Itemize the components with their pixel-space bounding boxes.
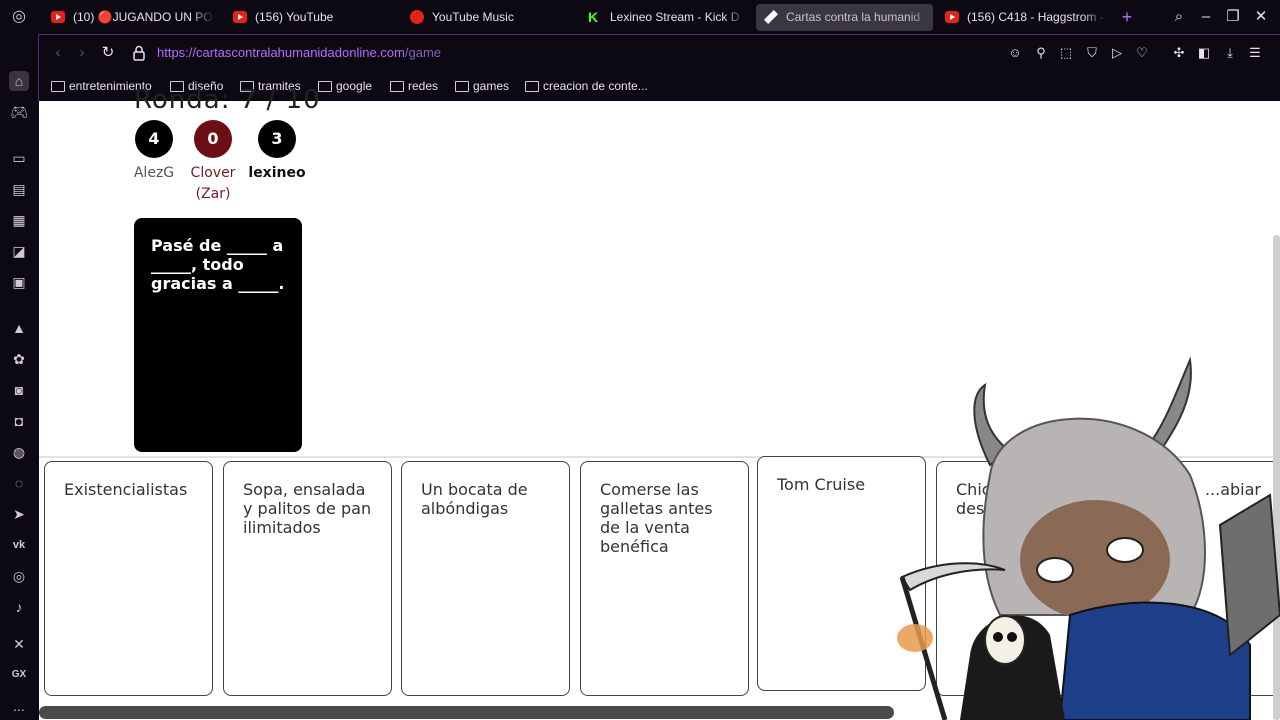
extensions-icon[interactable]: ✣ [1170, 44, 1188, 62]
tab-bar: (10) 🔴JUGANDO UN PO (156) YouTube YouTub… [38, 0, 1280, 34]
twitch-icon[interactable]: ◘ [9, 411, 29, 431]
tab-youtube[interactable]: (156) YouTube [225, 4, 390, 31]
chatgpt-icon[interactable]: ✿ [9, 349, 29, 369]
url-host: https://cartascontralahumanidadonline.co… [157, 45, 405, 60]
url-field[interactable]: https://cartascontralahumanidadonline.co… [157, 45, 441, 60]
telegram-icon[interactable]: ➤ [9, 504, 29, 524]
player-lexineo: 3 lexineo [247, 120, 307, 184]
tab-kick[interactable]: K Lexineo Stream - Kick D [580, 4, 747, 31]
gx-icon[interactable]: GX [9, 665, 29, 685]
vpn-icon[interactable]: ◧ [1195, 44, 1213, 62]
player-name: AlezG [133, 165, 175, 181]
zar-label: (Zar) [195, 186, 231, 202]
messenger-icon[interactable]: ◍ [9, 442, 29, 462]
play-icon[interactable]: ▷ [1108, 44, 1126, 62]
more-icon[interactable]: ... [9, 696, 29, 716]
heart-icon[interactable]: ♡ [1133, 44, 1151, 62]
bookmark-folder[interactable]: redes [390, 78, 438, 94]
minimize-button[interactable]: – [1196, 6, 1216, 28]
tab-label: (156) YouTube [255, 10, 334, 24]
bookmark-folder[interactable]: games [455, 78, 509, 94]
player-score: 0 [194, 120, 232, 158]
youtube-music-icon [410, 10, 424, 24]
calendar-icon[interactable]: ▦ [9, 210, 29, 230]
player-clover-zar: 0 Clover (Zar) [183, 120, 243, 205]
home-icon[interactable]: ⌂ [9, 71, 29, 91]
search-tabs-icon[interactable]: ⌕ [1169, 6, 1189, 28]
bookmark-folder[interactable]: google [318, 78, 372, 94]
menu-icon[interactable]: ☰ [1246, 44, 1264, 62]
tab-label: Lexineo Stream - Kick D [610, 10, 740, 24]
instagram-icon[interactable]: ◎ [9, 566, 29, 586]
emoji-icon[interactable]: ☺ [1006, 44, 1024, 62]
close-button[interactable]: ✕ [1251, 6, 1271, 28]
horizontal-scrollbar[interactable] [39, 706, 894, 719]
opera-logo-icon[interactable]: ◎ [9, 7, 29, 27]
controller-icon[interactable]: 🎮︎ [9, 102, 29, 122]
round-indicator: Ronda: 7 / 10 [134, 85, 321, 115]
tab-cartas-active[interactable]: Cartas contra la humanid [756, 4, 933, 31]
player-name: lexineo [248, 165, 306, 181]
tab-label: Cartas contra la humanid [786, 10, 921, 24]
player-score: 4 [135, 120, 173, 158]
tiktok-icon[interactable]: ♪ [9, 597, 29, 617]
box-icon[interactable]: ▣ [9, 272, 29, 292]
tab-youtube-music[interactable]: YouTube Music [402, 4, 572, 31]
messenger-alt-icon[interactable]: ◙ [9, 380, 29, 400]
player-score: 3 [258, 120, 296, 158]
player-alezg: 4 AlezG [124, 120, 184, 184]
address-bar-row: ‹ › ↻ https://cartascontralahumanidadonl… [38, 34, 1280, 72]
black-card: Pasé de _____ a _____, todo gracias a __… [134, 218, 302, 452]
white-card[interactable]: Comerse las galletas antes de la venta b… [580, 461, 749, 696]
image-icon[interactable]: ◪ [9, 241, 29, 261]
white-card[interactable]: Un bocata de albóndigas [401, 461, 570, 696]
vr-icon[interactable]: ▭ [9, 148, 29, 168]
tab-c418[interactable]: (156) C418 - Haggstrom - [937, 4, 1107, 31]
whatsapp-icon[interactable]: ◌ [9, 473, 29, 493]
kick-icon: K [588, 9, 599, 25]
youtube-icon [233, 11, 247, 23]
url-path: /game [404, 45, 442, 60]
download-icon[interactable]: ⤓ [1221, 44, 1239, 62]
x-icon[interactable]: ✕ [9, 634, 29, 654]
snapshot-icon[interactable]: ⬚ [1057, 44, 1075, 62]
pinboard-icon[interactable]: ▲ [9, 318, 29, 338]
forward-button[interactable]: › [72, 43, 92, 63]
cartas-icon [764, 10, 778, 24]
news-icon[interactable]: ▤ [9, 179, 29, 199]
player-name: Clover [190, 165, 236, 181]
shield-icon[interactable]: ⛉ [1083, 44, 1101, 62]
youtube-icon [51, 11, 65, 23]
vk-icon[interactable]: vk [9, 535, 29, 555]
pin-icon[interactable]: ⚲ [1032, 44, 1050, 62]
tab-label: YouTube Music [432, 10, 514, 24]
tab-youtube-live[interactable]: (10) 🔴JUGANDO UN PO [43, 4, 215, 31]
browser-sidebar: ◎ ⌂ 🎮︎ ▭ ▤ ▦ ◪ ▣ ▲ ✿ ◙ ◘ ◍ ◌ ➤ vk ◎ ♪ ✕ … [0, 0, 38, 720]
streamer-avatar-overlay [897, 356, 1280, 720]
reload-button[interactable]: ↻ [98, 43, 118, 63]
white-card[interactable]: Existencialistas [44, 461, 213, 696]
white-card[interactable]: Sopa, ensalada y palitos de pan ilimitad… [223, 461, 392, 696]
back-button[interactable]: ‹ [48, 43, 68, 63]
lock-icon [133, 45, 145, 61]
restore-button[interactable]: ❐ [1223, 6, 1243, 28]
bookmark-folder[interactable]: creacion de conte... [525, 78, 648, 94]
new-tab-button[interactable]: + [1117, 6, 1137, 28]
youtube-icon [945, 11, 959, 23]
